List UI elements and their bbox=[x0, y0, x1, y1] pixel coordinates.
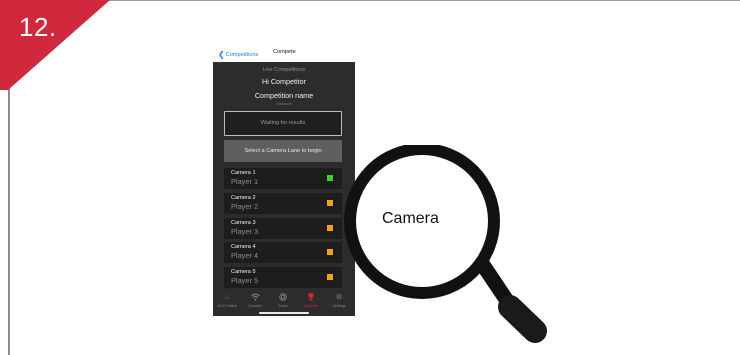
competition-sub-label: Distance bbox=[276, 101, 292, 106]
target-icon bbox=[269, 293, 297, 304]
tab-label: Connect bbox=[248, 304, 262, 308]
wifi-icon bbox=[241, 293, 269, 304]
camera-row-5[interactable]: Camera 5 Player 5 bbox=[224, 267, 342, 288]
home-indicator bbox=[259, 312, 309, 314]
chevron-left-icon: ❮ bbox=[218, 50, 225, 59]
trophy-icon bbox=[297, 293, 325, 304]
status-indicator bbox=[327, 225, 333, 231]
back-button[interactable]: ❮Competitions bbox=[218, 49, 259, 59]
camera-name: Camera 4 bbox=[231, 244, 256, 250]
player-name: Player 3 bbox=[231, 227, 259, 236]
camera-row-2[interactable]: Camera 2 Player 2 bbox=[224, 193, 342, 214]
magnifier-label: Camera bbox=[382, 210, 439, 227]
player-name: Player 4 bbox=[231, 251, 259, 260]
competition-name: Competition name bbox=[254, 91, 314, 100]
results-status-box: Waiting for results bbox=[224, 111, 342, 136]
tab-label: Score bbox=[278, 304, 288, 308]
phone-screen: ❮Competitions Compete Live Competitions … bbox=[213, 44, 355, 316]
tab-home[interactable]: ⌂ SLXY Hitbot bbox=[213, 292, 241, 316]
status-indicator bbox=[327, 175, 333, 181]
nav-title: Compete bbox=[273, 49, 296, 55]
greeting-text: Hi Competitor bbox=[262, 77, 306, 86]
magnifier-icon bbox=[344, 145, 547, 343]
player-name: Player 2 bbox=[231, 202, 259, 211]
home-icon: ⌂ bbox=[224, 294, 230, 301]
camera-row-1[interactable]: Camera 1 Player 1 bbox=[224, 168, 342, 189]
camera-row-4[interactable]: Camera 4 Player 4 bbox=[224, 242, 342, 263]
step-number: 12. bbox=[19, 12, 57, 42]
camera-name: Camera 3 bbox=[231, 220, 256, 226]
select-camera-lane-button[interactable]: Select a Camera Lane to begin bbox=[224, 140, 342, 162]
back-button-label: Competitions bbox=[225, 52, 259, 58]
status-indicator bbox=[327, 200, 333, 206]
player-name: Player 1 bbox=[231, 177, 259, 186]
tab-label: Compete bbox=[303, 304, 319, 308]
frame-top-border bbox=[0, 0, 740, 1]
tab-label: SLXY Hitbot bbox=[217, 304, 237, 308]
live-competitions-label: Live Competitions bbox=[262, 67, 306, 73]
nav-bar: ❮Competitions Compete bbox=[213, 44, 355, 62]
camera-name: Camera 2 bbox=[231, 195, 256, 201]
camera-name: Camera 5 bbox=[231, 269, 256, 275]
status-indicator bbox=[327, 274, 333, 280]
camera-name: Camera 1 bbox=[231, 170, 256, 176]
camera-row-3[interactable]: Camera 3 Player 3 bbox=[224, 218, 342, 239]
status-indicator bbox=[327, 249, 333, 255]
player-name: Player 5 bbox=[231, 276, 259, 285]
